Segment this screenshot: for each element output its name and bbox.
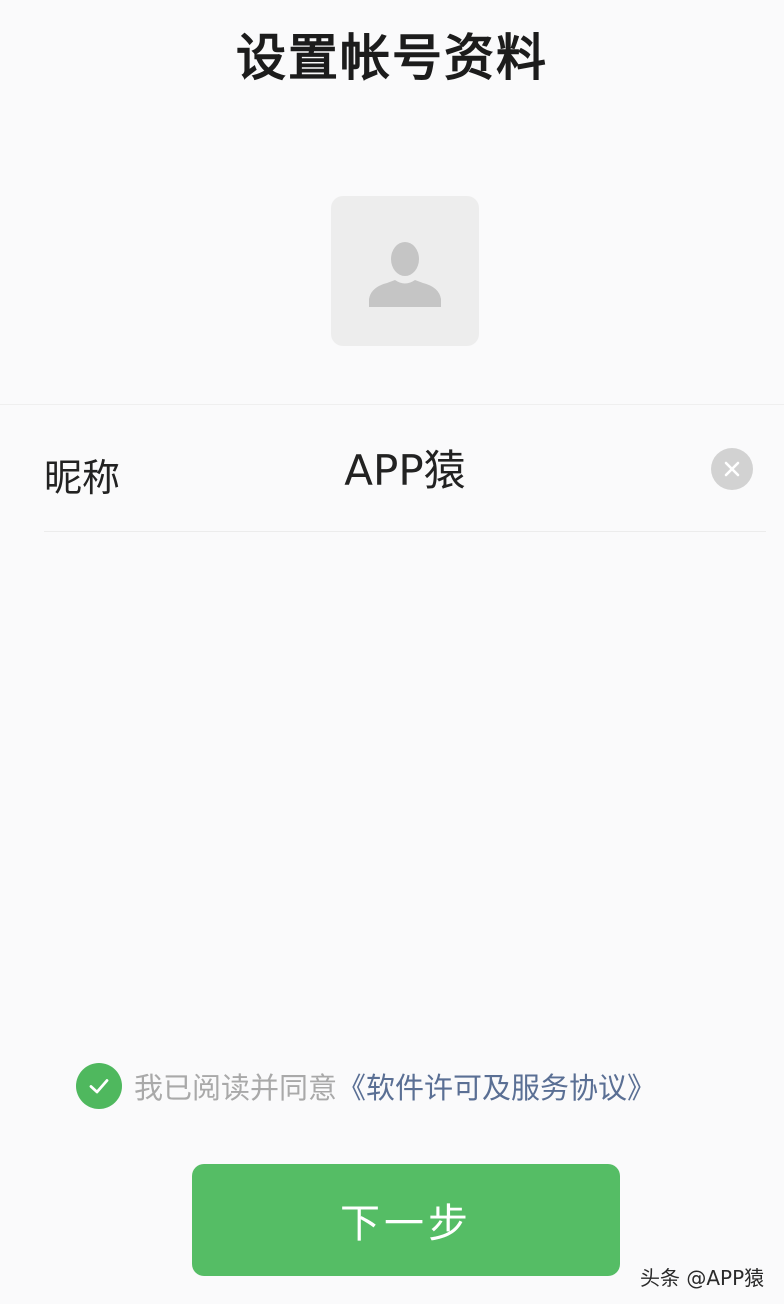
agreement-link[interactable]: 《软件许可及服务协议》 (337, 1065, 656, 1107)
avatar[interactable] (331, 196, 479, 346)
agreement-text: 我已阅读并同意 (134, 1071, 338, 1105)
nickname-row: 昵称 (0, 405, 784, 531)
divider (44, 531, 766, 532)
next-button[interactable]: 下一步 (192, 1164, 620, 1276)
nickname-input[interactable] (230, 435, 580, 499)
close-icon (724, 461, 740, 477)
agreement-checkbox[interactable] (76, 1063, 122, 1109)
person-placeholder-icon (369, 242, 441, 307)
check-icon (89, 1079, 109, 1094)
nickname-label: 昵称 (44, 456, 121, 500)
page-title: 设置帐号资料 (236, 29, 548, 87)
agreement-row: 我已阅读并同意 《软件许可及服务协议》 (76, 1062, 656, 1110)
clear-button[interactable] (711, 448, 753, 490)
watermark: 头条 @APP猿 (640, 1266, 765, 1290)
